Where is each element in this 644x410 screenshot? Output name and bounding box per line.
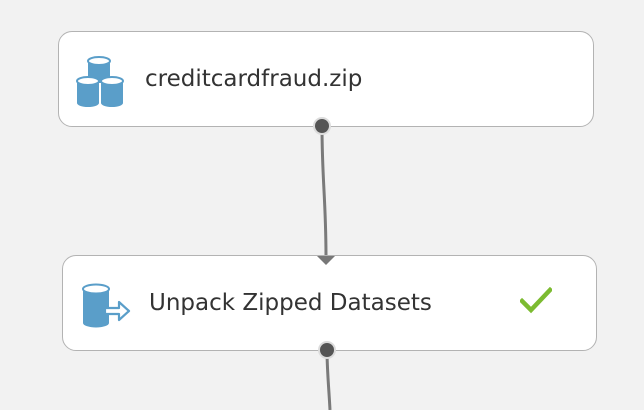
completed-check-icon bbox=[518, 286, 554, 319]
unpack-dataset-icon bbox=[81, 282, 131, 334]
dataset-stack-icon bbox=[76, 56, 126, 112]
output-port[interactable] bbox=[313, 117, 331, 135]
experiment-canvas[interactable]: creditcardfraud.zip Unpack Zipped Datase… bbox=[0, 0, 644, 410]
connection-wire-1-to-2 bbox=[320, 125, 328, 259]
input-port[interactable] bbox=[317, 256, 335, 265]
module-label: creditcardfraud.zip bbox=[145, 66, 363, 92]
output-port[interactable] bbox=[318, 341, 336, 359]
module-label: Unpack Zipped Datasets bbox=[149, 290, 432, 316]
module-dataset[interactable]: creditcardfraud.zip bbox=[58, 31, 594, 127]
module-unpack-zipped-datasets[interactable]: Unpack Zipped Datasets bbox=[62, 255, 597, 351]
connection-wire-2-out bbox=[325, 349, 332, 410]
